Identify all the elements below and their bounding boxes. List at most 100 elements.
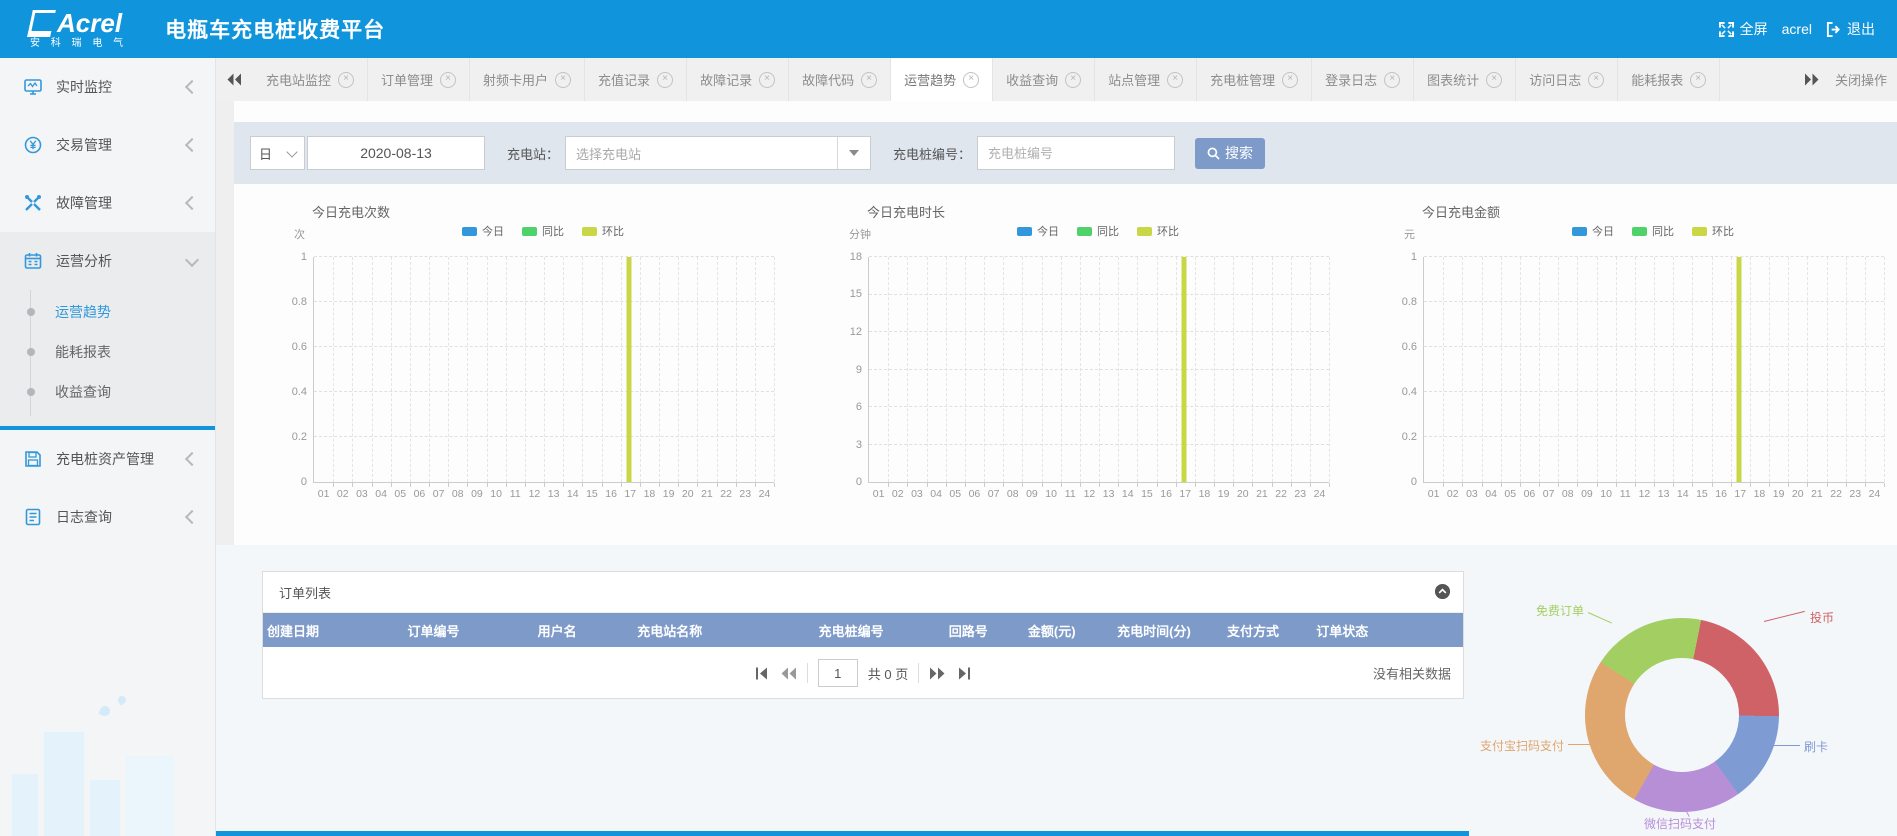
tab-close-icon[interactable]: × — [963, 72, 979, 88]
sidebar-item-operation-trend[interactable]: 运营趋势 — [0, 292, 215, 332]
tab-revenue-query[interactable]: 收益查询× — [993, 58, 1095, 101]
tab-close-icon[interactable]: × — [1690, 72, 1706, 88]
tab-recharge-record[interactable]: 充值记录× — [585, 58, 687, 101]
page-number-input[interactable] — [818, 659, 858, 687]
x-axis-tick — [774, 483, 775, 487]
pager-next-button[interactable] — [929, 667, 946, 680]
tab-site-mgmt[interactable]: 站点管理× — [1095, 58, 1197, 101]
sidebar-item-pile-asset-mgmt[interactable]: 充电桩资产管理 — [0, 430, 215, 488]
x-axis-tick-label: 14 — [1677, 488, 1689, 500]
last-page-icon — [956, 667, 971, 680]
legend-item[interactable]: 同比 — [1077, 223, 1119, 239]
tab-close-icon[interactable]: × — [1486, 72, 1502, 88]
tab-fault-record[interactable]: 故障记录× — [687, 58, 789, 101]
sidebar-item-transaction-mgmt[interactable]: 交易管理 — [0, 116, 215, 174]
x-axis-tick-label: 02 — [337, 488, 349, 500]
grid-line-vertical — [659, 257, 660, 482]
tab-fault-code[interactable]: 故障代码× — [789, 58, 891, 101]
dropdown-caret-cell[interactable] — [837, 137, 870, 169]
tab-close-icon[interactable]: × — [440, 72, 456, 88]
legend-marker — [1632, 227, 1647, 236]
panel-collapse-button[interactable] — [1434, 583, 1451, 600]
tab-station-monitor[interactable]: 充电站监控× — [253, 58, 368, 101]
tab-rfid-card-user[interactable]: 射频卡用户× — [470, 58, 585, 101]
grid-line-vertical — [736, 257, 737, 482]
y-tick-text: 0.8 — [1390, 296, 1424, 308]
sidebar-item-realtime-monitor[interactable]: 实时监控 — [0, 58, 215, 116]
tab-order-mgmt[interactable]: 订单管理× — [368, 58, 470, 101]
pile-number-input[interactable] — [977, 136, 1175, 170]
grid-line-vertical — [1750, 257, 1751, 482]
legend-item[interactable]: 环比 — [1137, 223, 1179, 239]
pager-last-button[interactable] — [956, 667, 971, 680]
tab-close-icon[interactable]: × — [1065, 72, 1081, 88]
tab-login-log[interactable]: 登录日志× — [1312, 58, 1414, 101]
x-axis-tick — [1443, 483, 1444, 487]
fullscreen-button[interactable]: 全屏 — [1719, 19, 1768, 39]
sidebar-item-fault-mgmt[interactable]: 故障管理 — [0, 174, 215, 232]
tabs-scroll-right-button[interactable] — [1793, 58, 1831, 101]
sidebar-item-operation-analysis[interactable]: 运营分析 — [0, 232, 215, 290]
legend-marker — [522, 227, 537, 236]
username[interactable]: acrel — [1782, 21, 1812, 37]
disk-icon — [24, 450, 42, 468]
legend-item[interactable]: 今日 — [1572, 223, 1614, 239]
x-axis-tick-label: 03 — [1466, 488, 1478, 500]
tab-chart-stats[interactable]: 图表统计× — [1414, 58, 1516, 101]
search-button[interactable]: 搜索 — [1195, 138, 1265, 169]
pager-first-button[interactable] — [755, 667, 770, 680]
yuan-circle-icon — [24, 136, 42, 154]
logout-button[interactable]: 退出 — [1826, 19, 1875, 39]
y-tick-text: 12 — [835, 326, 869, 338]
pager-prev-button[interactable] — [780, 667, 797, 680]
sidebar-item-log-query[interactable]: 日志查询 — [0, 488, 215, 546]
x-axis-tick-label: 08 — [1562, 488, 1574, 500]
tab-close-icon[interactable]: × — [1282, 72, 1298, 88]
legend-item[interactable]: 环比 — [1692, 223, 1734, 239]
sidebar-item-revenue-query[interactable]: 收益查询 — [0, 372, 215, 412]
tab-close-icon[interactable]: × — [1384, 72, 1400, 88]
station-select[interactable]: 选择充电站 — [565, 136, 871, 170]
horizontal-scrollbar[interactable] — [216, 831, 1469, 836]
tab-access-log[interactable]: 访问日志× — [1516, 58, 1618, 101]
x-axis-tick — [1673, 483, 1674, 487]
acrel-logo-icon — [27, 10, 56, 37]
x-axis-tick-label: 07 — [988, 488, 1000, 500]
x-axis-tick-label: 11 — [1620, 488, 1631, 500]
legend-item[interactable]: 同比 — [522, 223, 564, 239]
tab-close-icon[interactable]: × — [555, 72, 571, 88]
date-input[interactable] — [307, 136, 485, 170]
tab-energy-report[interactable]: 能耗报表× — [1618, 58, 1720, 101]
legend-item[interactable]: 环比 — [582, 223, 624, 239]
y-axis-unit: 元 — [1404, 226, 1415, 242]
x-axis-tick — [1788, 483, 1789, 487]
x-axis-tick-label: 21 — [1811, 488, 1823, 500]
tab-close-icon[interactable]: × — [657, 72, 673, 88]
tab-close-icon[interactable]: × — [759, 72, 775, 88]
legend-item[interactable]: 今日 — [462, 223, 504, 239]
period-select[interactable]: 日 — [250, 136, 305, 170]
grid-line-vertical — [1807, 257, 1808, 482]
x-axis-tick — [410, 483, 411, 487]
x-axis-tick — [621, 483, 622, 487]
y-axis-tick-label: 15 — [835, 288, 869, 300]
tabs-scroll-left-button[interactable] — [215, 58, 253, 101]
order-table: 创建日期订单编号用户名充电站名称充电桩编号回路号金额(元)充电时间(分)支付方式… — [263, 613, 1463, 647]
tab-operation-trend[interactable]: 运营趋势× — [891, 58, 993, 101]
tab-close-icon[interactable]: × — [1588, 72, 1604, 88]
tab-pile-mgmt[interactable]: 充电桩管理× — [1197, 58, 1312, 101]
grid-line-vertical — [1635, 257, 1636, 482]
close-operations-menu[interactable]: 关闭操作 — [1831, 58, 1897, 101]
x-axis-tick — [984, 483, 985, 487]
tab-close-icon[interactable]: × — [1167, 72, 1183, 88]
grid-line-vertical — [1176, 257, 1177, 482]
x-axis-tick-label: 12 — [529, 488, 541, 500]
legend-item[interactable]: 今日 — [1017, 223, 1059, 239]
x-axis-tick-label: 23 — [1849, 488, 1861, 500]
tab-close-icon[interactable]: × — [861, 72, 877, 88]
charts-row: 今日充电次数次今日同比环比00.20.40.60.810102030405060… — [234, 196, 1897, 536]
x-axis-tick — [1654, 483, 1655, 487]
tab-close-icon[interactable]: × — [338, 72, 354, 88]
sidebar-item-energy-report[interactable]: 能耗报表 — [0, 332, 215, 372]
legend-item[interactable]: 同比 — [1632, 223, 1674, 239]
